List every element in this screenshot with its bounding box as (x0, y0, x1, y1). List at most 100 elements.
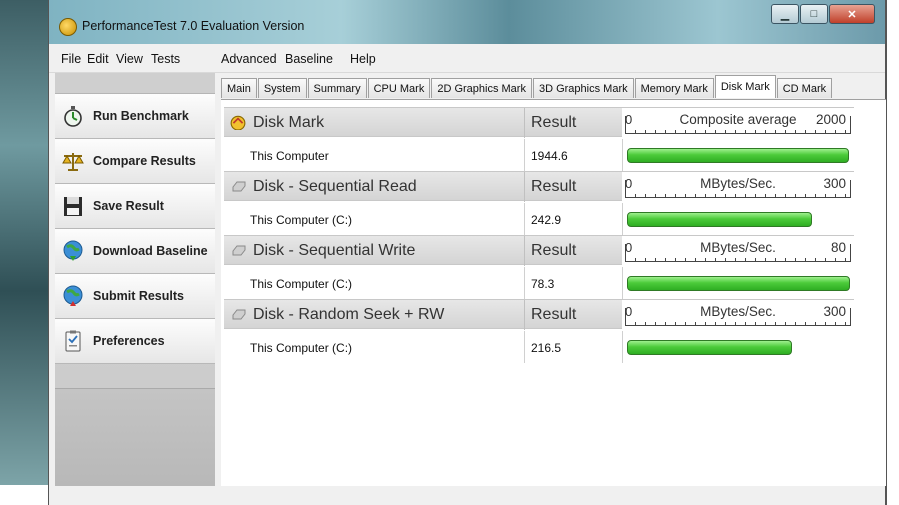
tab-cpu-mark[interactable]: CPU Mark (367, 78, 431, 98)
column-divider (524, 139, 525, 171)
app-logo-icon (59, 18, 77, 36)
maximize-button[interactable]: □ (800, 4, 828, 24)
disk-icon (232, 309, 246, 320)
scale-ruler (625, 127, 851, 134)
tab-cd-mark[interactable]: CD Mark (776, 78, 833, 98)
menu-edit[interactable]: Edit (87, 52, 109, 66)
result-bar-track (627, 276, 855, 291)
sidebar-item-label: Compare Results (93, 154, 196, 168)
menu-file[interactable]: File (61, 52, 81, 66)
result-bar (627, 276, 851, 291)
result-value: 216.5 (531, 341, 562, 355)
result-group-title: Disk - Sequential Read (253, 178, 417, 195)
menu-bar: File Edit View Tests Advanced Baseline H… (49, 44, 885, 73)
result-value: 242.9 (531, 213, 562, 227)
result-row-label: This Computer (C:) (250, 341, 353, 355)
scale-header: 0 MBytes/Sec. 300 (622, 300, 854, 330)
result-row[interactable]: This Computer (C:) 78.3 (224, 267, 854, 299)
result-value: 78.3 (531, 277, 555, 291)
clipboard-icon (65, 330, 81, 352)
sidebar-item-download-baseline[interactable]: Download Baseline (55, 229, 215, 274)
sidebar-item-label: Download Baseline (93, 244, 208, 258)
close-button[interactable]: ✕ (829, 4, 875, 24)
result-row-label: This Computer (C:) (250, 277, 353, 291)
result-column-header: Result (531, 242, 577, 259)
result-group-header[interactable]: Disk - Sequential Write Result 0 MBytes/… (224, 235, 854, 266)
disk-icon (232, 245, 246, 256)
scale-ruler (625, 255, 851, 262)
scale-tick (850, 244, 851, 262)
scale-tick (850, 308, 851, 326)
scale-ruler (625, 191, 851, 198)
sidebar-item-label: Preferences (93, 334, 165, 348)
column-divider (622, 139, 623, 171)
result-bar-track (627, 340, 855, 355)
menu-baseline[interactable]: Baseline (285, 52, 333, 66)
menu-help[interactable]: Help (350, 52, 376, 66)
column-divider (524, 172, 525, 202)
scale-max-label: 2000 (815, 112, 846, 127)
result-row-label: This Computer (C:) (250, 213, 353, 227)
result-bar (627, 340, 792, 355)
title-bar[interactable]: PerformanceTest 7.0 Evaluation Version ▁… (49, 0, 885, 44)
sidebar-item-run-benchmark[interactable]: Run Benchmark (55, 94, 215, 139)
scale-max-label: 300 (823, 304, 846, 319)
result-bar (627, 148, 849, 163)
tab-disk-mark[interactable]: Disk Mark (714, 75, 776, 98)
column-divider (524, 236, 525, 266)
window-controls: ▁ □ ✕ (770, 4, 875, 24)
result-group-title: Disk - Sequential Write (253, 242, 416, 259)
tab-2d-graphics-mark[interactable]: 2D Graphics Mark (431, 78, 532, 98)
menu-view[interactable]: View (116, 52, 143, 66)
result-value: 1944.6 (531, 149, 568, 163)
result-group-header[interactable]: Disk - Sequential Read Result 0 MBytes/S… (224, 171, 854, 202)
tab-strip: Main System Summary CPU Mark 2D Graphics… (221, 75, 833, 99)
scale-tick (850, 180, 851, 198)
globe-upload-icon (63, 285, 83, 306)
column-divider (622, 331, 623, 363)
tab-summary[interactable]: Summary (307, 78, 367, 98)
result-group-header[interactable]: Disk Mark Result 0 Composite average 200… (224, 107, 854, 138)
result-group-title: Disk Mark (253, 114, 325, 131)
column-divider (524, 300, 525, 330)
result-bar-track (627, 212, 855, 227)
column-divider (524, 108, 525, 138)
result-column-header: Result (531, 306, 577, 323)
sidebar-header (55, 73, 215, 94)
app-window: PerformanceTest 7.0 Evaluation Version ▁… (48, 0, 887, 505)
sidebar-item-label: Save Result (93, 199, 164, 213)
result-row[interactable]: This Computer 1944.6 (224, 139, 854, 171)
tab-main[interactable]: Main (221, 78, 257, 98)
column-divider (524, 267, 525, 299)
stopwatch-icon (64, 106, 82, 127)
sidebar-item-submit-results[interactable]: Submit Results (55, 274, 215, 319)
sidebar-item-preferences[interactable]: Preferences (55, 319, 215, 364)
result-row[interactable]: This Computer (C:) 216.5 (224, 331, 854, 363)
result-column-header: Result (531, 178, 577, 195)
sidebar-item-save-result[interactable]: Save Result (55, 184, 215, 229)
result-column-header: Result (531, 114, 577, 131)
tab-memory-mark[interactable]: Memory Mark (634, 78, 714, 98)
result-bar (627, 212, 812, 227)
tab-3d-graphics-mark[interactable]: 3D Graphics Mark (532, 78, 634, 98)
window-title: PerformanceTest 7.0 Evaluation Version (82, 19, 305, 33)
sidebar-item-compare-results[interactable]: Compare Results (55, 139, 215, 184)
scale-ruler (625, 319, 851, 326)
disk-icon (232, 181, 246, 192)
menu-advanced[interactable]: Advanced (221, 52, 277, 66)
scale-header: 0 Composite average 2000 (622, 108, 854, 138)
scale-max-label: 80 (830, 240, 846, 255)
scales-icon (62, 153, 84, 171)
scale-header: 0 MBytes/Sec. 80 (622, 236, 854, 266)
result-group-title: Disk - Random Seek + RW (253, 306, 445, 323)
sidebar-item-label: Run Benchmark (93, 109, 189, 123)
result-row[interactable]: This Computer (C:) 242.9 (224, 203, 854, 235)
scale-unit-label: MBytes/Sec. (700, 176, 776, 191)
result-group-header[interactable]: Disk - Random Seek + RW Result 0 MBytes/… (224, 299, 854, 330)
scale-header: 0 MBytes/Sec. 300 (622, 172, 854, 202)
tab-system[interactable]: System (257, 78, 307, 98)
column-divider (622, 203, 623, 235)
minimize-button[interactable]: ▁ (771, 4, 799, 24)
menu-tests[interactable]: Tests (151, 52, 180, 66)
scale-tick (850, 116, 851, 134)
